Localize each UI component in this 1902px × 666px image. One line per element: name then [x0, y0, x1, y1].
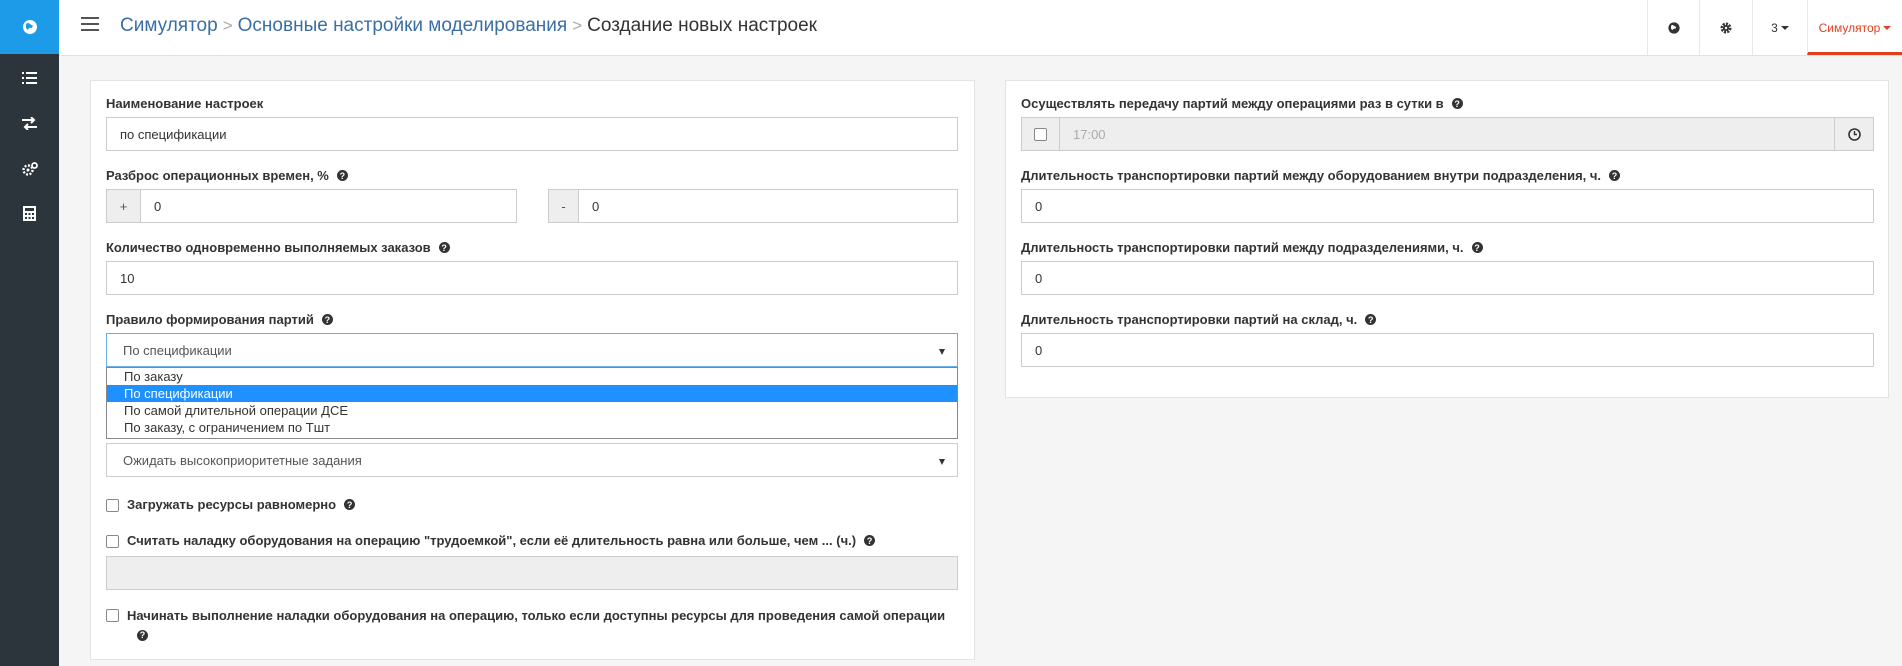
menu-toggle-icon[interactable] — [81, 17, 99, 33]
help-icon[interactable]: ? — [344, 499, 356, 510]
start-setup-checkbox[interactable] — [106, 609, 119, 622]
minus-addon: - — [548, 189, 579, 223]
start-setup-row: Начинать выполнение наладки оборудования… — [106, 607, 946, 643]
transport-stock-label: Длительность транспортировки партий на с… — [1021, 312, 1377, 327]
globe-icon — [22, 20, 37, 34]
sidebar-item-cogs[interactable] — [0, 146, 59, 191]
gear-icon — [1720, 22, 1732, 33]
topbar: Симулятор > Основные настройки моделирован… — [59, 0, 1902, 56]
spread-plus-input[interactable]: 0 — [140, 189, 517, 223]
help-icon[interactable]: ? — [864, 535, 876, 546]
setup-labor-checkbox[interactable] — [106, 535, 119, 548]
transport-between-input[interactable]: 0 — [1021, 261, 1874, 295]
help-icon[interactable]: ? — [321, 314, 333, 325]
settings-button[interactable] — [1699, 0, 1752, 55]
help-icon[interactable]: ? — [438, 242, 450, 253]
option-longest-operation[interactable]: По самой длительной операции ДСЕ — [107, 402, 957, 419]
time-picker-button[interactable] — [1834, 117, 1874, 151]
chevron-down-icon — [939, 459, 945, 465]
transfer-label: Осуществлять передачу партий между опера… — [1021, 96, 1463, 111]
setup-labor-row: Считать наладку оборудования на операцию… — [106, 533, 876, 548]
help-icon[interactable]: ? — [1609, 170, 1621, 181]
chevron-down-icon — [1883, 25, 1892, 30]
breadcrumb-settings[interactable]: Основные настройки моделирования — [238, 15, 568, 36]
start-setup-label: Начинать выполнение наладки оборудования… — [127, 608, 946, 641]
help-icon[interactable]: ? — [1451, 98, 1463, 109]
breadcrumb: Симулятор > Основные настройки моделирован… — [120, 14, 817, 38]
option-by-specification[interactable]: По спецификации — [107, 385, 957, 402]
transport-stock-input[interactable]: 0 — [1021, 333, 1874, 367]
number-dropdown[interactable]: 3 — [1752, 0, 1807, 55]
option-by-order[interactable]: По заказу — [107, 368, 957, 385]
chevron-down-icon — [1780, 25, 1789, 30]
orders-label: Количество одновременно выполняемых зака… — [106, 240, 450, 255]
exchange-icon — [22, 117, 37, 130]
list-icon — [22, 72, 37, 84]
setup-labor-input[interactable] — [106, 556, 958, 590]
spread-label: Разброс операционных времен, %? — [106, 168, 348, 183]
cogs-icon — [21, 161, 38, 176]
plus-addon: + — [106, 189, 141, 223]
help-icon[interactable]: ? — [1365, 314, 1377, 325]
user-menu[interactable]: Симулятор — [1807, 0, 1902, 55]
batch-rule-select[interactable]: По спецификации — [106, 333, 958, 367]
sidebar-item-calculator[interactable] — [0, 191, 59, 236]
sidebar-item-list[interactable] — [0, 56, 59, 101]
globe-icon — [1667, 21, 1680, 34]
help-icon[interactable]: ? — [1471, 242, 1483, 253]
transport-inside-input[interactable]: 0 — [1021, 189, 1874, 223]
priority-select[interactable]: Ожидать высокоприоритетные задания — [106, 443, 958, 477]
chevron-down-icon — [939, 349, 945, 355]
load-evenly-checkbox[interactable] — [106, 499, 119, 512]
language-button[interactable] — [1647, 0, 1699, 55]
help-icon[interactable]: ? — [137, 629, 148, 641]
breadcrumb-simulator[interactable]: Симулятор — [120, 15, 218, 36]
transfer-checkbox-addon — [1021, 117, 1060, 151]
calculator-icon — [23, 206, 36, 221]
setup-labor-label: Считать наладку оборудования на операцию… — [127, 533, 857, 548]
breadcrumb-separator: > — [222, 16, 233, 35]
batch-rule-dropdown: По заказу По спецификации По самой длите… — [106, 367, 958, 439]
breadcrumb-separator: > — [572, 16, 583, 35]
number-value: 3 — [1771, 20, 1778, 35]
batch-rule-label: Правило формирования партий? — [106, 312, 333, 327]
clock-icon — [1847, 127, 1861, 141]
option-by-order-tsht[interactable]: По заказу, с ограничением по Тшт — [107, 419, 957, 436]
load-evenly-label: Загружать ресурсы равномерно — [127, 497, 337, 512]
settings-name-label: Наименование настроек — [106, 96, 264, 111]
topbar-actions: 3 Симулятор — [1647, 0, 1902, 55]
transfer-time-input[interactable]: 17:00 — [1059, 117, 1835, 151]
help-icon[interactable]: ? — [336, 170, 348, 181]
transport-inside-label: Длительность транспортировки партий межд… — [1021, 168, 1621, 183]
settings-name-input[interactable]: по спецификации — [106, 117, 958, 151]
spread-minus-input[interactable]: 0 — [578, 189, 958, 223]
transfer-checkbox[interactable] — [1034, 127, 1047, 141]
user-menu-label: Симулятор — [1818, 20, 1881, 35]
sidebar — [0, 0, 59, 666]
load-evenly-row: Загружать ресурсы равномерно ? — [106, 497, 356, 512]
logo[interactable] — [0, 0, 59, 54]
transport-between-label: Длительность транспортировки партий межд… — [1021, 240, 1483, 255]
orders-input[interactable]: 10 — [106, 261, 958, 295]
page-title: Создание новых настроек — [587, 15, 817, 36]
sidebar-item-exchange[interactable] — [0, 101, 59, 146]
